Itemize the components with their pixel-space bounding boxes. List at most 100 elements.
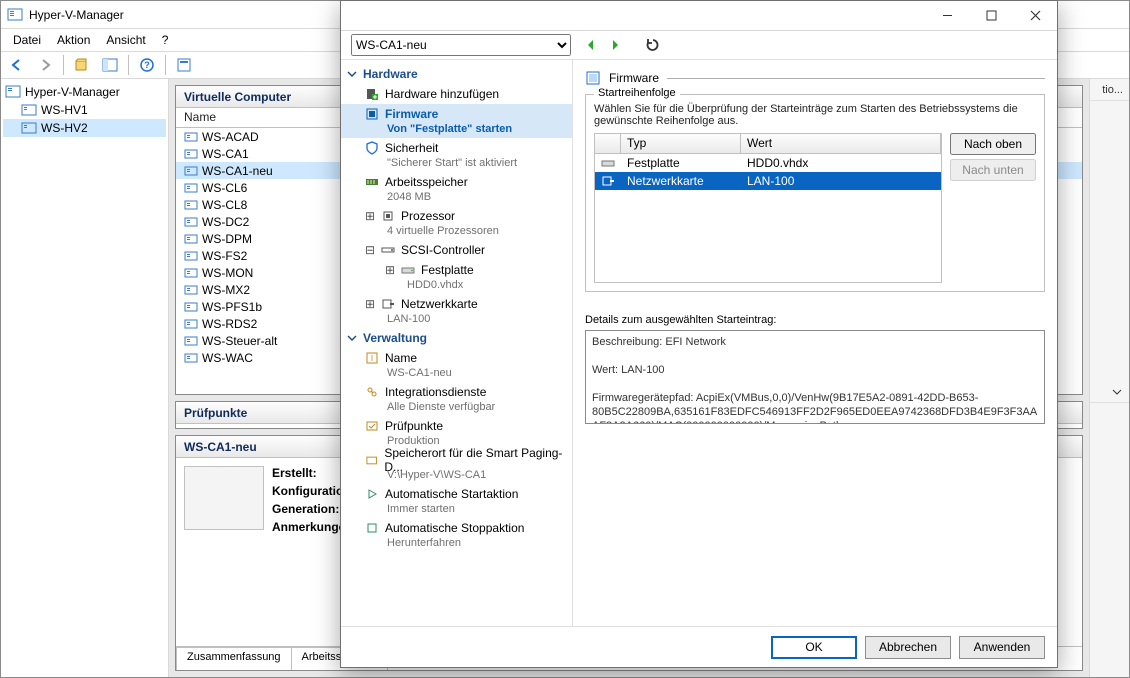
boot-row-typ: Netzwerkkarte — [621, 174, 741, 188]
autostop-icon — [365, 521, 379, 535]
vm-icon — [184, 181, 198, 195]
boot-row[interactable]: NetzwerkkarteLAN-100 — [595, 172, 941, 190]
prev-button[interactable] — [581, 35, 601, 55]
boot-row-wert: HDD0.vhdx — [741, 156, 941, 170]
window-title: Hyper-V-Manager — [29, 8, 124, 22]
up-button[interactable] — [70, 54, 94, 76]
tree-root-label: Hyper-V-Manager — [25, 85, 120, 99]
vm-icon — [184, 147, 198, 161]
vm-icon — [184, 317, 198, 331]
move-up-button[interactable]: Nach oben — [950, 133, 1036, 155]
forward-button[interactable] — [33, 54, 57, 76]
vm-row-label: WS-MX2 — [202, 283, 250, 297]
expand-icon[interactable]: ⊞ — [385, 263, 395, 277]
actions-row-1[interactable] — [1090, 381, 1129, 403]
tab-summary[interactable]: Zusammenfassung — [176, 647, 292, 670]
item-nic[interactable]: ⊞ Netzwerkkarte LAN-100 — [341, 294, 572, 328]
item-scsi[interactable]: ⊟ SCSI-Controller — [341, 240, 572, 260]
vm-row-label: WS-DPM — [202, 232, 252, 246]
vm-icon — [184, 198, 198, 212]
vm-settings-dialog: WS-CA1-neu Hardware Hardware hinzufügen — [340, 0, 1058, 668]
boot-col-typ[interactable]: Typ — [621, 134, 741, 153]
collapse-icon[interactable]: ⊟ — [365, 243, 375, 257]
cat-management[interactable]: Verwaltung — [341, 328, 572, 348]
vm-icon — [184, 334, 198, 348]
svg-text:?: ? — [144, 60, 150, 70]
boot-table[interactable]: Typ Wert FestplatteHDD0.vhdxNetzwerkkart… — [594, 133, 942, 283]
reload-button[interactable] — [643, 35, 663, 55]
actions-row-0[interactable]: tio... — [1090, 79, 1129, 101]
boot-row-wert: LAN-100 — [741, 174, 941, 188]
vm-icon — [184, 130, 198, 144]
tree-host-2[interactable]: WS-HV2 — [3, 119, 166, 137]
boot-details-text[interactable] — [585, 330, 1045, 424]
minimize-button[interactable] — [925, 1, 969, 31]
vm-row-label: WS-WAC — [202, 351, 253, 365]
boot-order-group: Startreihenfolge Wählen Sie für die Über… — [585, 94, 1045, 292]
vm-icon — [184, 215, 198, 229]
disk-icon — [601, 156, 615, 170]
item-integration[interactable]: Integrationsdienste Alle Dienste verfügb… — [341, 382, 572, 416]
show-hide-tree-button[interactable] — [98, 54, 122, 76]
boot-details-label: Details zum ausgewählten Starteintrag: — [585, 314, 1045, 326]
back-button[interactable] — [5, 54, 29, 76]
vm-row-label: WS-CA1 — [202, 147, 249, 161]
item-firmware[interactable]: Firmware Von "Festplatte" starten — [341, 104, 572, 138]
item-add-hardware[interactable]: Hardware hinzufügen — [341, 84, 572, 104]
item-hdd[interactable]: ⊞ Festplatte HDD0.vhdx — [341, 260, 572, 294]
server-icon — [21, 102, 37, 118]
menu-file[interactable]: Datei — [5, 31, 49, 49]
item-name[interactable]: I Name WS-CA1-neu — [341, 348, 572, 382]
checkpoint-icon — [365, 419, 379, 433]
disk-icon — [401, 263, 415, 277]
cpu-icon — [381, 209, 395, 223]
menu-view[interactable]: Ansicht — [98, 31, 153, 49]
menu-help[interactable]: ? — [154, 31, 177, 49]
boot-row-typ: Festplatte — [621, 156, 741, 170]
settings-tree[interactable]: Hardware Hardware hinzufügen Firmware Vo… — [341, 60, 573, 626]
scsi-icon — [381, 243, 395, 257]
expand-icon[interactable]: ⊞ — [365, 297, 375, 311]
maximize-button[interactable] — [969, 1, 1013, 31]
detail-header: Firmware — [609, 71, 659, 85]
tree-host-1[interactable]: WS-HV1 — [3, 101, 166, 119]
nav-tree[interactable]: Hyper-V-Manager WS-HV1 WS-HV2 — [1, 79, 169, 677]
tree-root[interactable]: Hyper-V-Manager — [3, 83, 166, 101]
close-button[interactable] — [1013, 1, 1057, 31]
menu-action[interactable]: Aktion — [49, 31, 98, 49]
vm-row-label: WS-FS2 — [202, 249, 247, 263]
expand-icon[interactable]: ⊞ — [365, 209, 375, 223]
refresh-button[interactable] — [172, 54, 196, 76]
help-button[interactable]: ? — [135, 54, 159, 76]
vm-row-label: WS-CL6 — [202, 181, 247, 195]
vm-icon — [184, 300, 198, 314]
firmware-icon — [365, 107, 379, 121]
vm-selector[interactable]: WS-CA1-neu — [351, 34, 571, 56]
dropdown-icon — [1111, 386, 1123, 398]
autostart-icon — [365, 487, 379, 501]
vm-row-label: WS-DC2 — [202, 215, 249, 229]
cancel-button[interactable]: Abbrechen — [865, 636, 951, 659]
item-smart-paging[interactable]: Speicherort für die Smart Paging-D... V:… — [341, 450, 572, 484]
vm-row-label: WS-Steuer-alt — [202, 334, 277, 348]
boot-col-wert[interactable]: Wert — [741, 134, 941, 153]
move-down-button[interactable]: Nach unten — [950, 159, 1036, 181]
vm-icon — [184, 232, 198, 246]
boot-row[interactable]: FestplatteHDD0.vhdx — [595, 154, 941, 172]
add-hardware-icon — [365, 87, 379, 101]
item-memory[interactable]: Arbeitsspeicher 2048 MB — [341, 172, 572, 206]
vm-row-label: WS-CL8 — [202, 198, 247, 212]
vm-row-label: WS-RDS2 — [202, 317, 257, 331]
server-icon — [21, 120, 37, 136]
item-autostart[interactable]: Automatische Startaktion Immer starten — [341, 484, 572, 518]
item-checkpoints[interactable]: Prüfpunkte Produktion — [341, 416, 572, 450]
next-button[interactable] — [605, 35, 625, 55]
apply-button[interactable]: Anwenden — [959, 636, 1045, 659]
cat-hardware[interactable]: Hardware — [341, 64, 572, 84]
item-security[interactable]: Sicherheit "Sicherer Start" ist aktivier… — [341, 138, 572, 172]
memory-icon — [365, 175, 379, 189]
shield-icon — [365, 141, 379, 155]
ok-button[interactable]: OK — [771, 636, 857, 659]
item-cpu[interactable]: ⊞ Prozessor 4 virtuelle Prozessoren — [341, 206, 572, 240]
item-autostop[interactable]: Automatische Stoppaktion Herunterfahren — [341, 518, 572, 552]
